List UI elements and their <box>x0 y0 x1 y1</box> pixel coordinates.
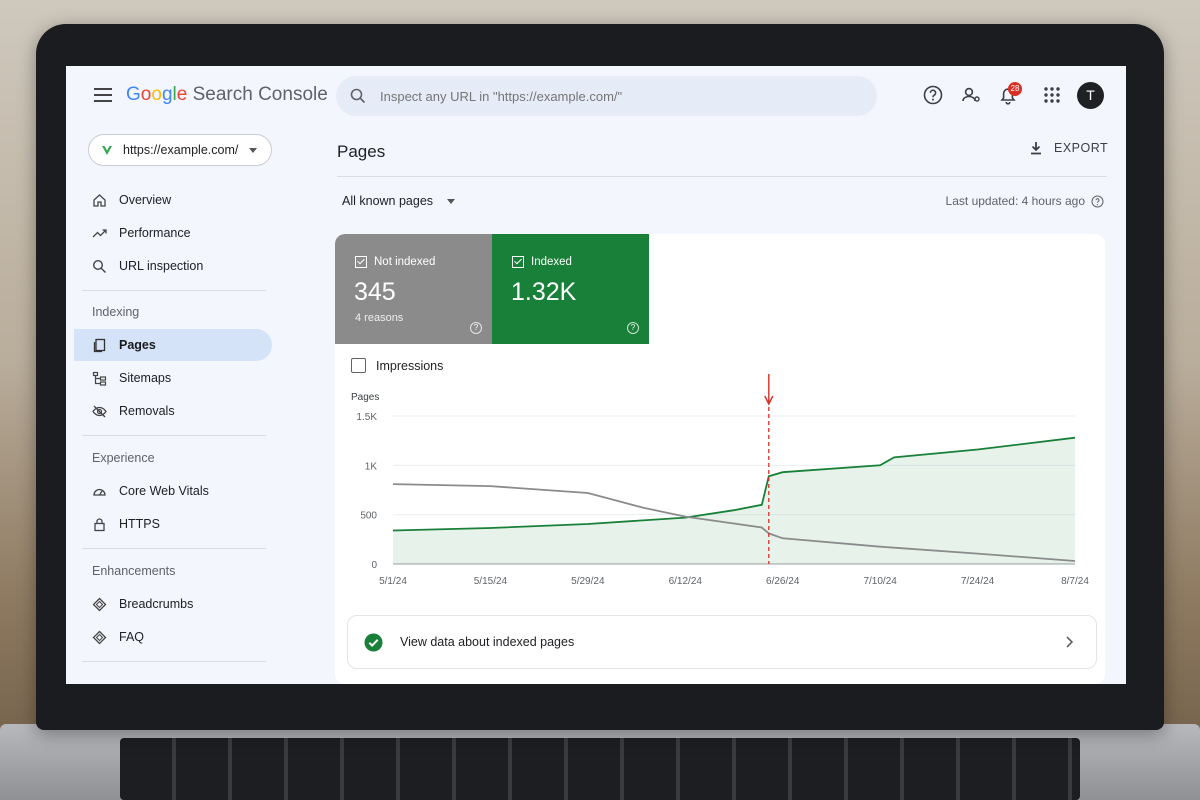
tile-indexed[interactable]: Indexed 1.32K ? <box>492 234 649 344</box>
page-title: Pages <box>337 142 386 161</box>
pages-icon <box>93 338 106 352</box>
chevron-down-icon <box>249 148 257 153</box>
tile-not-indexed-value: 345 <box>354 278 396 306</box>
last-updated: Last updated: 4 hours ago <box>946 194 1104 208</box>
sidebar-divider <box>82 548 266 549</box>
sidebar-divider <box>82 661 266 662</box>
section-label-experience: Experience <box>92 451 155 465</box>
sidebar-item-https[interactable]: HTTPS <box>74 508 272 540</box>
page-filter-dropdown[interactable]: All known pages <box>342 194 456 208</box>
sidebar-item-sitemaps[interactable]: Sitemaps <box>74 362 272 394</box>
faq-diamond-icon <box>92 630 107 644</box>
sidebar-item-breadcrumbs[interactable]: Breadcrumbs <box>74 588 272 620</box>
x-tick-label: 5/15/24 <box>474 576 508 587</box>
notification-badge: 28 <box>1008 82 1022 96</box>
checkbox-checked-icon[interactable] <box>512 256 524 268</box>
lock-icon <box>94 517 105 531</box>
tile-not-indexed[interactable]: Not indexed 345 4 reasons ? <box>335 234 492 344</box>
app-logo[interactable]: Google Search Console <box>126 84 328 106</box>
sidebar-divider <box>82 290 266 291</box>
sidebar-item-pages[interactable]: Pages <box>74 329 272 361</box>
x-tick-label: 8/7/24 <box>1061 576 1089 587</box>
search-icon <box>92 259 106 273</box>
y-tick-label: 500 <box>360 511 377 522</box>
x-tick-label: 5/29/24 <box>571 576 605 587</box>
home-icon <box>93 193 106 207</box>
filter-label: All known pages <box>342 194 434 208</box>
search-icon <box>350 88 366 104</box>
sidebar-item-core-web-vitals[interactable]: Core Web Vitals <box>74 475 272 507</box>
avatar[interactable]: T <box>1077 82 1104 109</box>
menu-icon[interactable] <box>94 88 112 102</box>
checkbox-unchecked-icon[interactable] <box>351 358 366 373</box>
property-favicon-icon <box>102 146 112 155</box>
last-updated-text: Last updated: 4 hours ago <box>945 194 1085 208</box>
trending-icon <box>92 228 107 237</box>
url-inspect-bar[interactable] <box>336 76 877 116</box>
sidebar-item-performance[interactable]: Performance <box>74 217 272 249</box>
top-bar: Google Search Console 28 T <box>66 66 1126 126</box>
pages-chart: Pages 0 500 1K 1.5K 5/1/24 5/15/24 5/29/24 6/12/… <box>351 374 1089 587</box>
impressions-label: Impressions <box>376 358 444 373</box>
export-button[interactable]: EXPORT <box>1028 140 1108 156</box>
sidebar-item-faq[interactable]: FAQ <box>74 621 272 653</box>
sidebar-item-removals[interactable]: Removals <box>74 395 272 427</box>
series-area-indexed <box>393 437 1075 564</box>
pages-report-card: Not indexed 345 4 reasons ? Indexed 1.32… <box>335 234 1105 684</box>
chevron-right-icon <box>1066 636 1074 648</box>
tile-not-indexed-label: Not indexed <box>374 256 436 268</box>
users-settings-icon[interactable] <box>960 84 982 106</box>
help-icon[interactable]: ? <box>627 322 639 334</box>
help-icon[interactable]: ? <box>470 322 482 334</box>
product-name: Search Console <box>192 84 328 105</box>
sidebar-divider <box>82 435 266 436</box>
laptop-keyboard <box>120 738 1080 800</box>
section-label-indexing: Indexing <box>92 305 140 319</box>
sidebar-item-overview[interactable]: Overview <box>74 184 272 216</box>
gauge-icon <box>93 488 106 496</box>
x-tick-label: 7/10/24 <box>863 576 897 587</box>
view-indexed-data-link[interactable]: View data about indexed pages <box>347 615 1097 669</box>
y-tick-label: 1K <box>365 461 378 472</box>
view-data-label: View data about indexed pages <box>400 635 575 649</box>
apps-grid-icon[interactable] <box>1041 84 1063 106</box>
help-icon[interactable] <box>922 84 944 106</box>
x-tick-label: 7/24/24 <box>961 576 995 587</box>
impressions-toggle[interactable]: Impressions <box>351 358 443 373</box>
download-icon <box>1031 142 1041 155</box>
tile-not-indexed-reasons: 4 reasons <box>355 312 404 324</box>
property-selector[interactable]: https://example.com/ <box>88 134 272 166</box>
property-label: https://example.com/ <box>123 143 239 157</box>
sitemap-icon <box>92 371 107 386</box>
header-divider <box>337 176 1107 177</box>
x-tick-label: 5/1/24 <box>379 576 407 587</box>
y-tick-label: 1.5K <box>356 412 377 423</box>
chevron-down-icon <box>447 198 456 204</box>
export-label: EXPORT <box>1054 141 1109 155</box>
x-tick-label: 6/26/24 <box>766 576 800 587</box>
tile-indexed-value: 1.32K <box>511 278 577 306</box>
check-circle-icon <box>364 633 383 651</box>
screen: Google Search Console 28 T https://examp… <box>66 66 1126 684</box>
tile-indexed-label: Indexed <box>531 256 572 268</box>
removals-icon <box>92 405 107 417</box>
y-tick-label: 0 <box>371 560 377 571</box>
url-inspect-input[interactable] <box>380 88 840 104</box>
section-label-enhancements: Enhancements <box>92 564 176 578</box>
y-axis-title: Pages <box>351 392 379 403</box>
checkbox-checked-icon[interactable] <box>355 256 367 268</box>
help-icon[interactable] <box>1091 195 1104 208</box>
x-tick-label: 6/12/24 <box>669 576 703 587</box>
sidebar-item-url-inspection[interactable]: URL inspection <box>74 250 272 282</box>
diamond-icon <box>92 597 107 611</box>
